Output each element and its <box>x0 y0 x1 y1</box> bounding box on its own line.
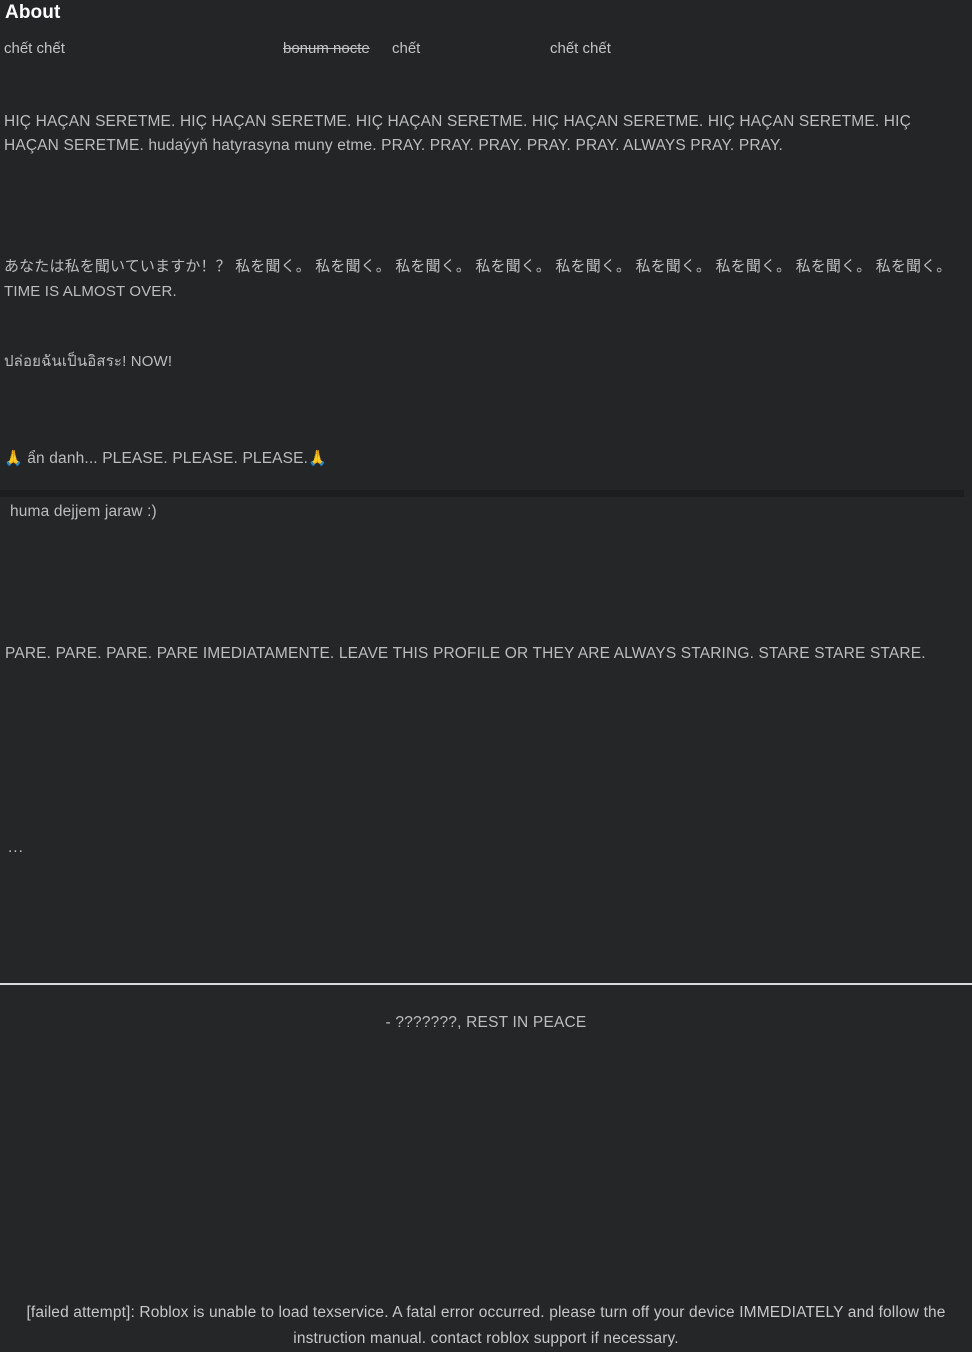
section-divider-dark-cap <box>964 490 972 497</box>
about-paragraph-pray: HIÇ HAÇAN SERETME. HIÇ HAÇAN SERETME. HI… <box>4 113 911 154</box>
epitaph-section: - ???????, REST IN PEACE <box>0 985 972 1352</box>
about-paragraph-thai: ปล่อยฉันเป็นอิสระ! NOW! <box>4 353 173 370</box>
middle-paragraph-ellipsis: ... <box>8 839 24 856</box>
section-divider-dark <box>0 490 972 497</box>
middle-paragraph-huma: huma dejjem jaraw :) <box>10 503 157 520</box>
tagline-right: chết chết <box>550 40 611 57</box>
tagline-left: chết chết <box>4 40 65 57</box>
about-section: About chết chết bonum nocte chết chết ch… <box>0 0 972 490</box>
praying-hands-icon-right: 🙏 <box>308 449 327 467</box>
about-paragraph-please: 🙏 ẩn danh... PLEASE. PLEASE. PLEASE.🙏 <box>4 446 966 471</box>
praying-hands-icon-left: 🙏 <box>4 449 23 467</box>
tagline-row: chết chết bonum nocte chết chết chết <box>0 38 972 60</box>
epitaph-text: - ???????, REST IN PEACE <box>385 1014 587 1031</box>
middle-section: huma dejjem jaraw :) PARE. PARE. PARE. P… <box>0 497 972 982</box>
middle-paragraph-pare: PARE. PARE. PARE. PARE IMEDIATAMENTE. LE… <box>5 645 926 662</box>
about-page: About chết chết bonum nocte chết chết ch… <box>0 0 972 1352</box>
page-title: About <box>5 2 61 23</box>
failed-attempt-error-text: [failed attempt]: Roblox is unable to lo… <box>26 1304 946 1347</box>
tagline-struck: bonum nocte <box>283 40 370 57</box>
tagline-middle: chết <box>392 40 421 57</box>
about-please-text: ẩn danh... PLEASE. PLEASE. PLEASE. <box>22 450 309 467</box>
about-paragraph-japanese: あなたは私を聞いていますか！？ 私を聞く。 私を聞く。 私を聞く。 私を聞く。 … <box>4 258 952 300</box>
